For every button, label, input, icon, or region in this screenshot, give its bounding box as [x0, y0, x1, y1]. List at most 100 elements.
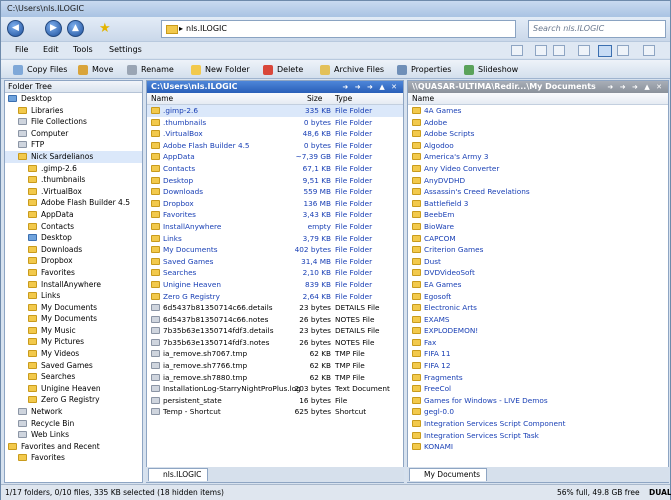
layout-dual-icon[interactable]	[598, 45, 612, 57]
tab-nls-ilogic[interactable]: nls.ILOGIC	[148, 468, 209, 481]
file-row[interactable]: Downloads 559 MB File Folder	[147, 186, 403, 198]
file-row[interactable]: KONAMI	[408, 441, 668, 453]
tree-item[interactable]: Libraries	[5, 105, 142, 117]
file-row[interactable]: America's Army 3	[408, 151, 668, 163]
tree-item[interactable]: Downloads	[5, 244, 142, 256]
tree-item[interactable]: Searches	[5, 371, 142, 383]
menu-settings[interactable]: Settings	[109, 45, 142, 54]
properties-button[interactable]: Properties	[397, 63, 451, 77]
file-row[interactable]: gegl-0.0	[408, 406, 668, 418]
file-row[interactable]: ia_remove.sh7067.tmp 62 KB TMP File	[147, 348, 403, 360]
address-bar[interactable]: ▸ nls.ILOGIC	[161, 20, 516, 38]
file-row[interactable]: .VirtualBox 48,6 KB File Folder	[147, 128, 403, 140]
view-toggle-2-icon[interactable]	[535, 45, 547, 56]
file-row[interactable]: Dust	[408, 256, 668, 268]
tree-item[interactable]: Unigine Heaven	[5, 383, 142, 395]
delete-button[interactable]: Delete	[263, 63, 303, 77]
file-row[interactable]: Favorites 3,43 KB File Folder	[147, 209, 403, 221]
file-row[interactable]: Integration Services Script Component	[408, 418, 668, 430]
file-row[interactable]: 6d5437b81350714c66.notes 26 bytes NOTES Fi…	[147, 314, 403, 326]
layout-1-icon[interactable]	[578, 45, 590, 56]
up-button[interactable]: ▲	[67, 20, 84, 37]
tree-item[interactable]: InstallAnywhere	[5, 279, 142, 291]
file-row[interactable]: FIFA 11	[408, 348, 668, 360]
tree-item[interactable]: .VirtualBox	[5, 186, 142, 198]
left-pane-nav-icons[interactable]: ➜ ➜ ➜ ▲ ✕	[342, 81, 399, 93]
view-toggle-3-icon[interactable]	[553, 45, 565, 56]
tree-item[interactable]: Adobe Flash Builder 4.5	[5, 197, 142, 209]
file-row[interactable]: Battlefield 3	[408, 198, 668, 210]
tree-item[interactable]: FTP	[5, 139, 142, 151]
tree-item[interactable]: AppData	[5, 209, 142, 221]
file-row[interactable]: Contacts 67,1 KB File Folder	[147, 163, 403, 175]
move-button[interactable]: Move	[78, 63, 113, 77]
right-pane-nav-icons[interactable]: ➜ ➜ ➜ ▲ ✕	[607, 81, 664, 93]
menu-edit[interactable]: Edit	[43, 45, 59, 54]
tree-item[interactable]: My Music	[5, 325, 142, 337]
file-row[interactable]: Integration Services Script Task	[408, 430, 668, 442]
file-row[interactable]: Criterion Games	[408, 244, 668, 256]
file-row[interactable]: AppData ~7,39 GB File Folder	[147, 151, 403, 163]
tree-item[interactable]: Saved Games	[5, 360, 142, 372]
tree-item[interactable]: Web Links	[5, 429, 142, 441]
search-input[interactable]: Search nls.ILOGIC	[528, 20, 666, 38]
layout-3-icon[interactable]	[617, 45, 629, 56]
file-row[interactable]: Adobe Flash Builder 4.5 0 bytes File Folde…	[147, 140, 403, 152]
file-row[interactable]: ia_remove.sh7880.tmp 62 KB TMP File	[147, 372, 403, 384]
file-row[interactable]: EA Games	[408, 279, 668, 291]
file-row[interactable]: 7b35b63e1350714fdf3.notes 26 bytes NOTES F…	[147, 337, 403, 349]
file-row[interactable]: persistent_state 16 bytes File	[147, 395, 403, 407]
file-row[interactable]: BeebEm	[408, 209, 668, 221]
file-row[interactable]: FreeCol	[408, 383, 668, 395]
tree-item[interactable]: Desktop	[5, 93, 142, 105]
tree-item[interactable]: Network	[5, 406, 142, 418]
file-row[interactable]: Saved Games 31,4 MB File Folder	[147, 256, 403, 268]
file-row[interactable]: Any Video Converter	[408, 163, 668, 175]
menu-tools[interactable]: Tools	[73, 45, 93, 54]
tree-item[interactable]: Favorites	[5, 267, 142, 279]
tree-item[interactable]: Zero G Registry	[5, 394, 142, 406]
file-row[interactable]: Unigine Heaven 839 KB File Folder	[147, 279, 403, 291]
col-type[interactable]: Type	[335, 93, 352, 105]
file-row[interactable]: BioWare	[408, 221, 668, 233]
file-row[interactable]: 7b35b63e1350714fdf3.details 23 bytes DETAI…	[147, 325, 403, 337]
file-row[interactable]: Fragments	[408, 372, 668, 384]
favorites-star-icon[interactable]: ★	[99, 21, 115, 37]
file-row[interactable]: Desktop 9,51 KB File Folder	[147, 175, 403, 187]
file-row[interactable]: .thumbnails 0 bytes File Folder	[147, 117, 403, 129]
file-row[interactable]: Zero G Registry 2,64 KB File Folder	[147, 291, 403, 303]
tree-item[interactable]: My Pictures	[5, 336, 142, 348]
tree-item[interactable]: My Documents	[5, 302, 142, 314]
tree-item[interactable]: Contacts	[5, 221, 142, 233]
file-row[interactable]: Adobe Scripts	[408, 128, 668, 140]
slideshow-button[interactable]: Slideshow	[464, 63, 518, 77]
tree-item[interactable]: My Videos	[5, 348, 142, 360]
col-name[interactable]: Name	[151, 93, 173, 105]
file-row[interactable]: CAPCOM	[408, 233, 668, 245]
tree-item[interactable]: .thumbnails	[5, 174, 142, 186]
file-row[interactable]: AnyDVDHD	[408, 175, 668, 187]
file-row[interactable]: Searches 2,10 KB File Folder	[147, 267, 403, 279]
back-button[interactable]: ◀	[7, 20, 24, 37]
file-row[interactable]: Electronic Arts	[408, 302, 668, 314]
tree-item[interactable]: Computer	[5, 128, 142, 140]
tree-item[interactable]: Links	[5, 290, 142, 302]
rename-button[interactable]: Rename	[127, 63, 174, 77]
tab-my-documents[interactable]: My Documents	[409, 468, 488, 481]
file-row[interactable]: ia_remove.sh7766.tmp 62 KB TMP File	[147, 360, 403, 372]
file-row[interactable]: InstallAnywhere empty File Folder	[147, 221, 403, 233]
file-row[interactable]: EXAMS	[408, 314, 668, 326]
tree-item[interactable]: Favorites	[5, 452, 142, 464]
file-row[interactable]: EXPLODEMON!	[408, 325, 668, 337]
tree-item[interactable]: Desktop	[5, 232, 142, 244]
tree-item[interactable]: Nick Sardelianos	[5, 150, 142, 163]
layout-4-icon[interactable]	[643, 45, 655, 56]
file-row[interactable]: Adobe	[408, 117, 668, 129]
file-row[interactable]: InstallationLog-StarryNightProPlus.log 20…	[147, 383, 403, 395]
file-row[interactable]: 4A Games	[408, 105, 668, 117]
file-row[interactable]: Egosoft	[408, 291, 668, 303]
copy-files-button[interactable]: Copy Files	[13, 63, 67, 77]
file-row[interactable]: My Documents 402 bytes File Folder	[147, 244, 403, 256]
tree-item[interactable]: Recycle Bin	[5, 418, 142, 430]
tree-item[interactable]: Dropbox	[5, 255, 142, 267]
